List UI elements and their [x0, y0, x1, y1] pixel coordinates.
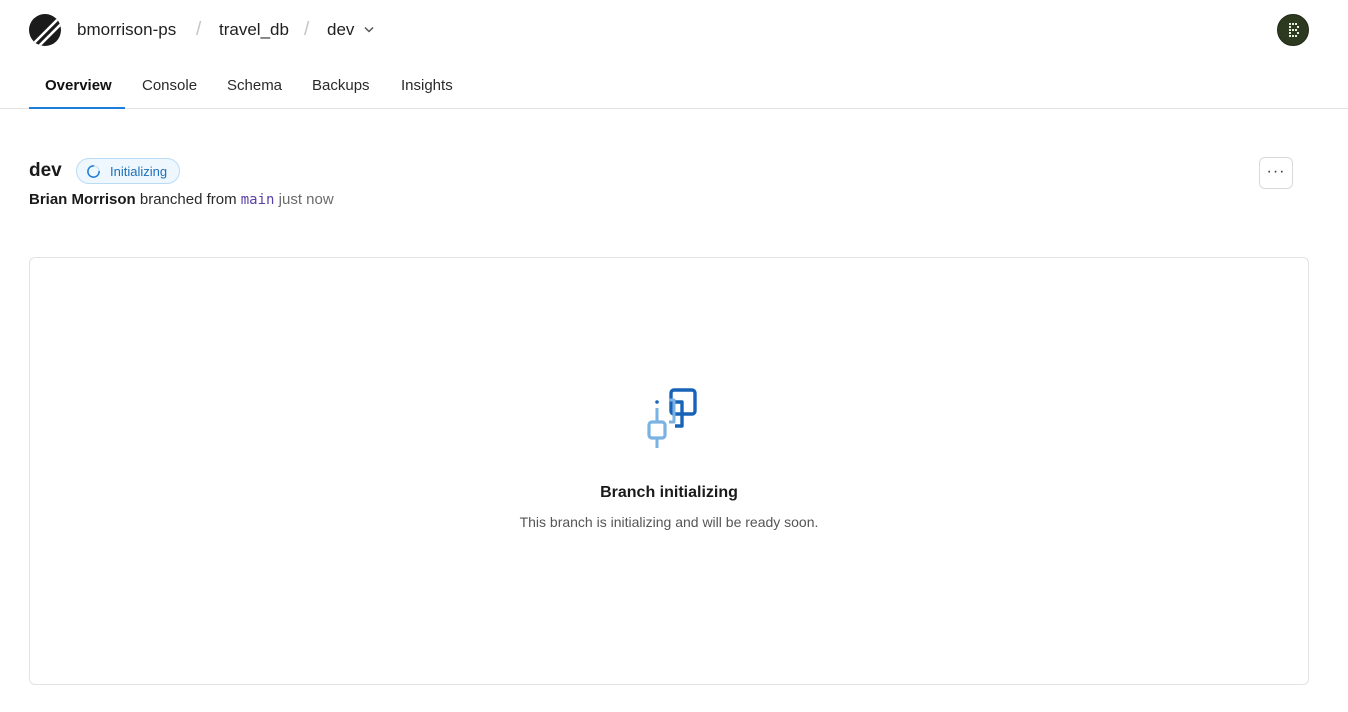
tab-backups[interactable]: Backups [312, 77, 370, 95]
branch-icon [647, 388, 697, 448]
branch-status-card: Branch initializing This branch is initi… [29, 257, 1309, 685]
tab-overview[interactable]: Overview [45, 77, 112, 95]
status-badge-label: Initializing [110, 164, 168, 179]
empty-state-title: Branch initializing [600, 484, 738, 501]
parent-branch-name[interactable]: main [241, 192, 275, 208]
tab-schema[interactable]: Schema [227, 77, 282, 95]
breadcrumb-branch[interactable]: dev [327, 20, 354, 40]
more-options-button[interactable]: ··· [1259, 157, 1293, 189]
author-name: Brian Morrison [29, 191, 136, 208]
branch-meta: Brian Morrison branched from main just n… [29, 191, 334, 209]
breadcrumb-org[interactable]: bmorrison-ps [77, 20, 176, 40]
tab-bar: Overview Console Schema Backups Insights [0, 62, 1348, 109]
tab-console[interactable]: Console [142, 77, 197, 95]
branch-action-text: branched from [139, 191, 237, 208]
status-badge: Initializing [76, 158, 180, 184]
top-navigation-bar: bmorrison-ps / travel_db / dev [0, 0, 1348, 62]
page-title: dev [29, 160, 62, 181]
breadcrumb-separator: / [196, 19, 202, 40]
spinner-icon [87, 165, 100, 178]
chevron-down-icon[interactable] [364, 26, 374, 33]
breadcrumb-separator: / [304, 19, 310, 40]
breadcrumb-database[interactable]: travel_db [219, 20, 289, 40]
user-avatar-icon[interactable] [1277, 14, 1309, 46]
branch-timestamp: just now [278, 191, 334, 208]
planetscale-logo-icon[interactable] [29, 14, 61, 46]
active-tab-indicator [29, 107, 125, 109]
tab-insights[interactable]: Insights [401, 77, 453, 95]
empty-state-subtitle: This branch is initializing and will be … [519, 514, 819, 530]
